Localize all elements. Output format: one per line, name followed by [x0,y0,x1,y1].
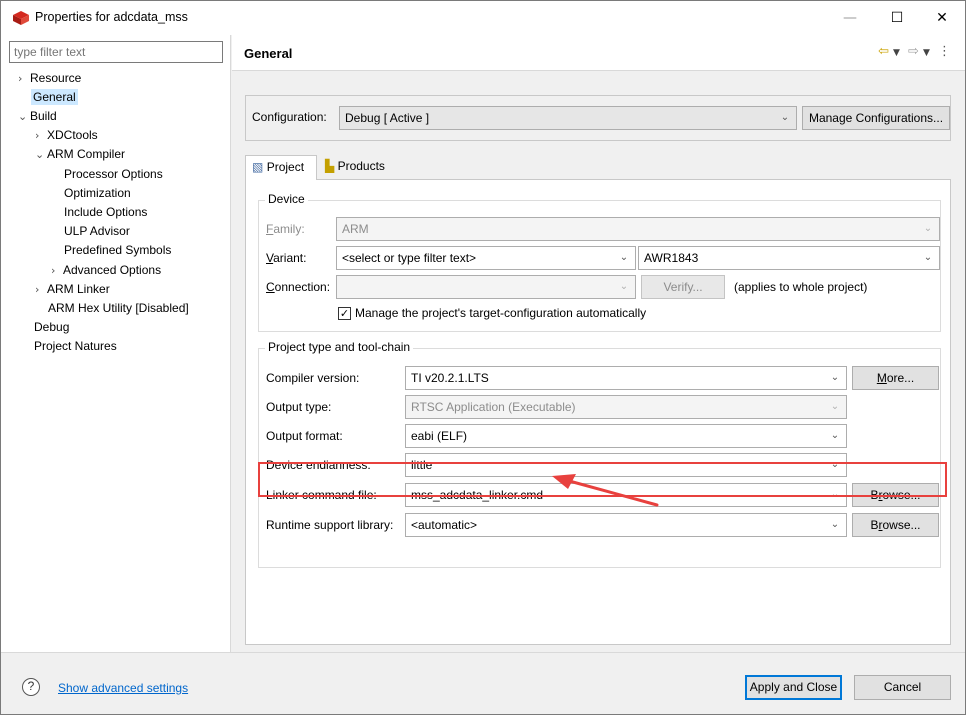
output-type-select[interactable]: RTSC Application (Executable) ⌄ [405,395,847,419]
show-advanced-settings-link[interactable]: Show advanced settings [58,681,188,695]
page-header: General ⇦ ▼ ⇨ ▼ ⋮ [232,35,965,71]
maximize-button[interactable]: ☐ [874,1,920,35]
tree-item-general[interactable]: General [31,88,78,107]
device-group-title: Device [265,192,308,206]
chevron-down-icon: ⌄ [830,430,840,441]
connection-label: Connection: [266,280,331,294]
chevron-right-icon[interactable]: › [18,69,30,88]
chevron-down-icon[interactable]: ▼ [893,48,900,58]
chevron-down-icon: ⌄ [830,372,840,383]
chevron-down-icon: ⌄ [923,223,933,234]
window-title: Properties for adcdata_mss [35,10,188,24]
output-format-select[interactable]: eabi (ELF) ⌄ [405,424,847,448]
family-select[interactable]: ARM ⌄ [336,217,940,241]
cancel-button[interactable]: Cancel [854,675,951,700]
filter-input[interactable] [9,41,223,63]
variant-filter-select[interactable]: <select or type filter text> ⌄ [336,246,636,270]
verify-button[interactable]: Verify... [641,275,725,299]
annotation-arrow-icon [552,474,659,507]
tree-item-processor-options[interactable]: Processor Options [64,165,163,184]
manage-configurations-button[interactable]: Manage Configurations... [802,106,950,130]
variant-label: Variant: [266,251,307,265]
chevron-down-icon: ⌄ [830,519,840,530]
project-tab-content: Device Family: ARM ⌄ Variant: <select or… [245,179,951,645]
tree-item-xdctools[interactable]: › XDCtools [35,126,98,145]
properties-page: General ⇦ ▼ ⇨ ▼ ⋮ Configuration: Debug [ A… [232,35,965,652]
chevron-down-icon[interactable]: ⌄ [35,145,47,164]
tree-item-arm-hex-utility[interactable]: ARM Hex Utility [Disabled] [48,299,189,318]
chevron-right-icon[interactable]: › [35,280,47,299]
chevron-down-icon: ⌄ [830,401,840,412]
manage-target-config-label: Manage the project's target-configuratio… [355,306,647,320]
applies-note: (applies to whole project) [734,280,868,294]
configuration-select[interactable]: Debug [ Active ] ⌄ [339,106,797,130]
tree-item-advanced-options[interactable]: › Advanced Options [51,261,161,280]
chevron-right-icon[interactable]: › [35,126,47,145]
chevron-down-icon: ⌄ [923,252,933,263]
minimize-button[interactable]: — [827,1,873,35]
tree-item-arm-linker[interactable]: › ARM Linker [35,280,110,299]
tree-item-ulp-advisor[interactable]: ULP Advisor [64,222,130,241]
tab-products[interactable]: ▙ Products [319,155,391,179]
tree-item-project-natures[interactable]: Project Natures [34,337,117,356]
runtime-browse-button[interactable]: Browse... [852,513,939,537]
chevron-down-icon: ⌄ [780,112,790,123]
products-icon: ▙ [325,159,335,173]
variant-select[interactable]: AWR1843 ⌄ [638,246,940,270]
tree-item-arm-compiler[interactable]: ⌄ ARM Compiler [35,145,125,164]
close-button[interactable]: ✕ [919,1,965,35]
compiler-version-select[interactable]: TI v20.2.1.LTS ⌄ [405,366,847,390]
tree-item-build[interactable]: ⌄ Build [18,107,57,126]
dialog-button-bar: ? Show advanced settings Apply and Close… [1,652,965,714]
device-group: Device Family: ARM ⌄ Variant: <select or… [258,192,941,332]
output-type-label: Output type: [266,400,332,414]
tree-item-predefined-symbols[interactable]: Predefined Symbols [64,241,171,260]
toolchain-group-title: Project type and tool-chain [265,340,414,354]
configuration-label: Configuration: [252,110,327,124]
connection-select[interactable]: ⌄ [336,275,636,299]
apply-and-close-button[interactable]: Apply and Close [745,675,842,700]
view-menu-icon[interactable]: ⋮ [938,44,951,59]
chevron-down-icon: ⌄ [619,281,629,292]
family-label: Family: [266,222,305,236]
tree-item-include-options[interactable]: Include Options [64,203,147,222]
manage-target-config-checkbox[interactable]: ✓ [338,307,351,320]
help-icon[interactable]: ? [22,678,40,696]
forward-arrow-icon[interactable]: ⇨ [908,44,919,59]
left-navigation-panel: ›Resource General ⌄Build ›XDCtools ⌄ARM … [1,35,231,652]
runtime-library-label: Runtime support library: [266,518,394,532]
runtime-library-select[interactable]: <automatic> ⌄ [405,513,847,537]
tree-item-optimization[interactable]: Optimization [64,184,131,203]
chevron-right-icon[interactable]: › [51,261,63,280]
chevron-down-icon: ⌄ [619,252,629,263]
configuration-section: Configuration: Debug [ Active ] ⌄ Manage… [245,95,951,141]
tree-item-resource[interactable]: › Resource [18,69,81,88]
project-icon: ▧ [252,160,264,174]
tab-folder: ▧ Project ▙ Products Device Family: ARM … [245,155,951,645]
toolchain-group: Project type and tool-chain Compiler ver… [258,340,941,568]
tab-project[interactable]: ▧ Project [245,155,317,180]
back-arrow-icon[interactable]: ⇦ [878,44,889,59]
properties-dialog: Properties for adcdata_mss — ☐ ✕ ›Resour… [0,0,966,715]
chevron-down-icon[interactable]: ⌄ [18,107,30,126]
output-format-label: Output format: [266,429,343,443]
app-icon [13,11,29,25]
chevron-down-icon[interactable]: ▼ [923,48,930,58]
compiler-version-label: Compiler version: [266,371,360,385]
more-button[interactable]: More... [852,366,939,390]
page-title: General [244,46,293,61]
title-bar: Properties for adcdata_mss — ☐ ✕ [1,1,965,35]
history-nav: ⇦ ▼ ⇨ ▼ ⋮ [874,44,951,59]
tree-item-debug[interactable]: Debug [34,318,69,337]
